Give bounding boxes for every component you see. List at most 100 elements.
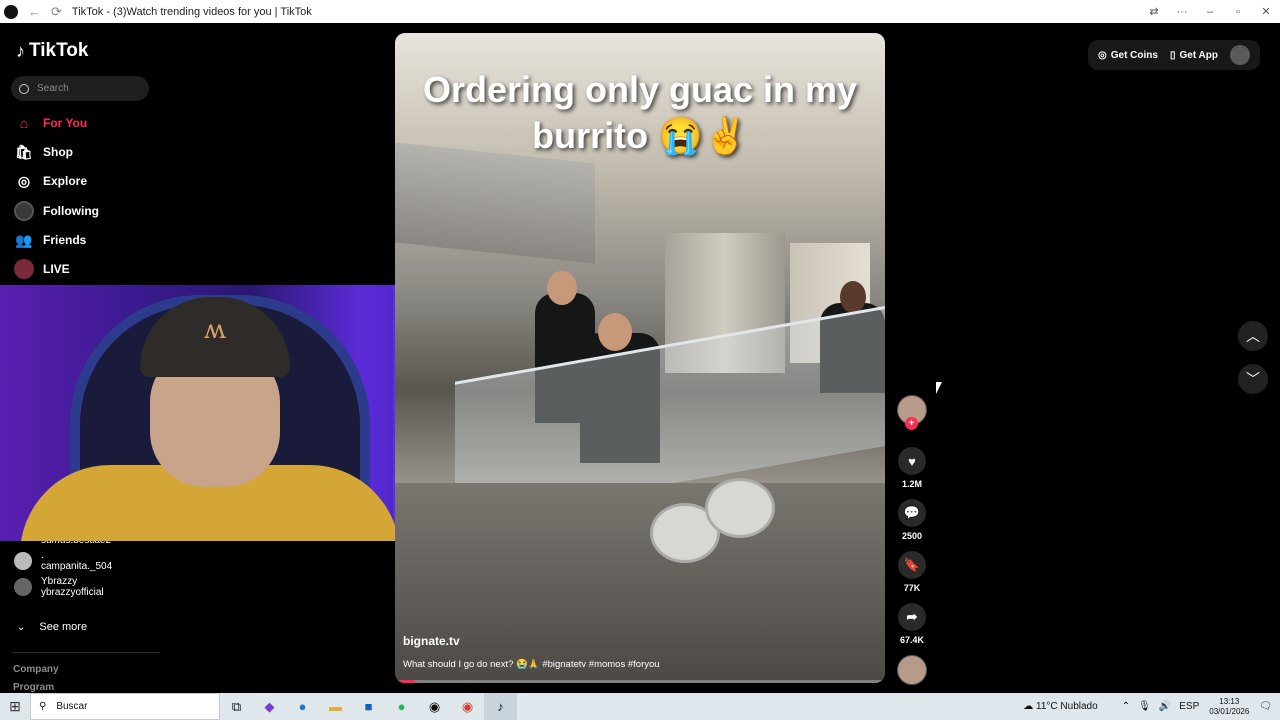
coin-icon: ◎ bbox=[1098, 49, 1107, 61]
account-name: Ybrazzy bbox=[41, 576, 78, 587]
follow-plus-icon[interactable]: + bbox=[905, 417, 918, 430]
share-button[interactable]: ➦ 67.4K bbox=[896, 603, 928, 645]
cap-logo-icon: ʍ bbox=[203, 315, 227, 345]
file-explorer-icon[interactable]: ▬ bbox=[319, 693, 352, 720]
sidebar-item-for-you[interactable]: ⌂ For You bbox=[14, 112, 87, 134]
sidebar-item-label: Following bbox=[43, 204, 99, 218]
food-bowl bbox=[705, 478, 775, 538]
weather-text: 11°C Nublado bbox=[1036, 701, 1098, 712]
outlook-icon[interactable]: ■ bbox=[352, 693, 385, 720]
notification-icon[interactable]: 🗨 bbox=[1259, 701, 1272, 712]
tray-chevron-icon[interactable]: ⌃ bbox=[1122, 701, 1130, 712]
taskbar-search-placeholder: Buscar bbox=[56, 701, 88, 712]
tiktok-taskbar-icon[interactable]: ♪ bbox=[484, 693, 517, 720]
tiktok-logo[interactable]: ♪ TikTok bbox=[16, 40, 88, 62]
back-icon[interactable]: ← bbox=[28, 4, 41, 19]
see-more-label: See more bbox=[39, 621, 88, 633]
sidebar-item-shop[interactable]: 🛍 Shop bbox=[14, 141, 73, 163]
footer-link-program[interactable]: Program bbox=[13, 682, 54, 693]
bookmark-icon: 🔖 bbox=[898, 551, 926, 579]
maximize-button[interactable]: ▫ bbox=[1224, 6, 1252, 18]
chrome-icon[interactable]: ◉ bbox=[451, 693, 484, 720]
worker-face bbox=[598, 313, 632, 351]
chevron-down-icon: ﹀ bbox=[1246, 371, 1260, 387]
previous-video-button[interactable]: ︿ bbox=[1238, 321, 1268, 351]
account-handle: ybrazzyofficial bbox=[41, 587, 104, 598]
next-video-button[interactable]: ﹀ bbox=[1238, 364, 1268, 394]
close-button[interactable]: ✕ bbox=[1252, 5, 1280, 18]
browser-titlebar: ← ⟳ TikTok - (3)Watch trending videos fo… bbox=[0, 0, 1280, 23]
avatar bbox=[14, 552, 32, 570]
see-more-button[interactable]: ⌄ See more bbox=[17, 621, 87, 633]
system-tray: ☁ 11°C Nublado ⌃ 🎙 🔊 ESP 13:13 03/01/202… bbox=[1023, 693, 1272, 720]
friends-icon: 👥 bbox=[15, 231, 33, 248]
translate-icon[interactable]: ⇄ bbox=[1140, 5, 1168, 18]
worker-face bbox=[547, 271, 577, 305]
music-disc-button[interactable] bbox=[896, 655, 928, 685]
window-title: TikTok - (3)Watch trending videos for yo… bbox=[71, 5, 312, 18]
reload-icon[interactable]: ⟳ bbox=[51, 4, 62, 20]
tiktok-page: ♪ TikTok Search ⌂ For You 🛍 Shop ◎ Explo… bbox=[0, 23, 1280, 693]
like-button[interactable]: ♥ 1.2M bbox=[896, 447, 928, 489]
get-app-button[interactable]: ▯ Get App bbox=[1170, 50, 1218, 61]
video-progress-fill bbox=[395, 680, 415, 683]
minimize-button[interactable]: – bbox=[1196, 6, 1224, 18]
heart-icon: ♥ bbox=[898, 447, 926, 475]
sidebar-item-live[interactable]: LIVE bbox=[14, 258, 70, 280]
more-options-icon[interactable]: ··· bbox=[1168, 6, 1196, 18]
sidebar-item-label: For You bbox=[43, 116, 88, 130]
task-view-icon[interactable]: ⧉ bbox=[220, 693, 253, 720]
obs-icon[interactable]: ◉ bbox=[418, 693, 451, 720]
sidebar-item-explore[interactable]: ◎ Explore bbox=[14, 170, 87, 192]
chevron-down-icon: ⌄ bbox=[17, 621, 26, 633]
sidebar-item-label: Shop bbox=[43, 145, 73, 159]
edge-icon[interactable]: ● bbox=[286, 693, 319, 720]
webcam-overlay: ʍ bbox=[0, 285, 453, 541]
video-player[interactable]: Ordering only guac in my burrito 😭✌️ big… bbox=[395, 33, 885, 683]
list-item[interactable]: Ybrazzy ybrazzyofficial bbox=[14, 576, 112, 598]
save-button[interactable]: 🔖 77K bbox=[896, 551, 928, 593]
account-name: . bbox=[41, 550, 44, 561]
taskbar-search-input[interactable]: ⚲ Buscar bbox=[30, 693, 220, 720]
clock-time: 13:13 bbox=[1219, 696, 1240, 706]
get-coins-button[interactable]: ◎ Get Coins bbox=[1098, 50, 1158, 61]
list-item[interactable]: . campanita._504 bbox=[14, 550, 112, 572]
weather-widget[interactable]: ☁ 11°C Nublado bbox=[1023, 701, 1097, 712]
video-progress-bar[interactable] bbox=[395, 680, 885, 683]
comment-icon: 💬 bbox=[898, 499, 926, 527]
shop-icon: 🛍 bbox=[15, 143, 33, 160]
account-handle: campanita._504 bbox=[41, 561, 113, 572]
logo-text: TikTok bbox=[29, 40, 89, 61]
copilot-icon[interactable]: ◆ bbox=[253, 693, 286, 720]
language-indicator[interactable]: ESP bbox=[1179, 701, 1199, 712]
footer-link-company[interactable]: Company bbox=[13, 664, 59, 675]
get-app-label: Get App bbox=[1179, 49, 1218, 61]
get-coins-label: Get Coins bbox=[1110, 49, 1158, 61]
clock[interactable]: 13:13 03/01/2026 bbox=[1209, 697, 1249, 717]
tiktok-favicon-icon bbox=[4, 4, 18, 19]
profile-avatar[interactable] bbox=[1230, 45, 1250, 65]
search-placeholder: Search bbox=[37, 83, 69, 94]
live-avatar bbox=[14, 259, 34, 279]
home-icon: ⌂ bbox=[19, 115, 29, 131]
header-actions: ◎ Get Coins ▯ Get App bbox=[1088, 40, 1260, 70]
share-count: 67.4K bbox=[899, 635, 925, 645]
sidebar-item-following[interactable]: Following bbox=[14, 200, 99, 222]
windows-start-icon[interactable]: ⊞ bbox=[0, 698, 30, 715]
video-author[interactable]: bignate.tv bbox=[403, 634, 460, 648]
spotify-icon[interactable]: ● bbox=[385, 693, 418, 720]
food-counter bbox=[395, 483, 885, 683]
divider bbox=[12, 652, 160, 653]
avatar bbox=[14, 578, 32, 596]
following-accounts-list: sumus.bestiae2 . campanita._504 Ybrazzy … bbox=[14, 535, 112, 602]
clock-date: 03/01/2026 bbox=[1209, 706, 1250, 716]
creator-avatar-button[interactable]: + bbox=[896, 395, 928, 430]
microphone-icon[interactable]: 🎙 bbox=[1138, 701, 1151, 712]
cloud-icon: ☁ bbox=[1023, 701, 1037, 712]
sidebar-item-friends[interactable]: 👥 Friends bbox=[14, 229, 86, 251]
volume-icon[interactable]: 🔊 bbox=[1159, 701, 1171, 712]
comment-button[interactable]: 💬 2500 bbox=[896, 499, 928, 541]
sidebar-item-label: LIVE bbox=[43, 262, 70, 276]
windows-taskbar: ⊞ ⚲ Buscar ⧉ ◆ ● ▬ ■ ● ◉ ◉ ♪ ☁ 11°C Nubl… bbox=[0, 693, 1280, 720]
search-input[interactable]: Search bbox=[11, 76, 149, 101]
